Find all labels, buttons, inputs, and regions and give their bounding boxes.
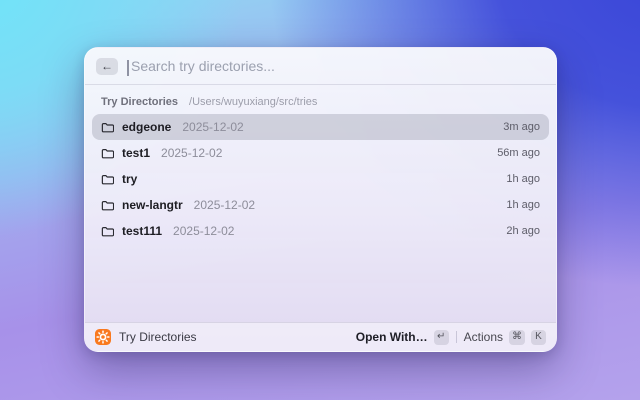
back-button[interactable]: ← [96, 57, 118, 75]
list-item[interactable]: try 1h ago [92, 166, 549, 192]
section-header: Try Directories /Users/wuyuxiang/src/tri… [92, 90, 549, 114]
list-item[interactable]: new-langtr 2025-12-02 1h ago [92, 192, 549, 218]
k-key-icon: K [531, 329, 546, 345]
launcher-window: ← Try Directories /Users/wuyuxiang/src/t… [84, 47, 557, 352]
text-caret [127, 60, 129, 76]
folder-icon [101, 226, 114, 237]
list-item[interactable]: test1 2025-12-02 56m ago [92, 140, 549, 166]
back-arrow-icon: ← [101, 59, 113, 73]
item-date: 2025-12-02 [193, 198, 256, 212]
item-date: 2025-12-02 [182, 120, 244, 134]
actions-label: Actions [463, 330, 503, 344]
footer-actions: Open With… ↵ Actions ⌘ K [355, 329, 546, 345]
item-name: new-langtr [122, 198, 183, 212]
footer-app-label: Try Directories [119, 330, 197, 344]
folder-icon [101, 148, 114, 159]
item-name: edgeone [122, 120, 172, 134]
footer-bar: Try Directories Open With… ↵ Actions ⌘ K [85, 322, 556, 351]
section-title: Try Directories [101, 96, 179, 108]
list-item[interactable]: test111 2025-12-02 2h ago [92, 218, 549, 244]
item-time: 1h ago [506, 173, 540, 185]
extension-icon [95, 329, 111, 345]
open-with-label: Open With… [355, 330, 428, 344]
item-time: 3m ago [503, 121, 540, 133]
search-bar: ← [85, 48, 556, 85]
item-time: 2h ago [506, 225, 540, 237]
list-item[interactable]: edgeone 2025-12-02 3m ago [92, 114, 549, 140]
item-name: try [122, 172, 138, 186]
directory-list: edgeone 2025-12-02 3m ago test1 2025-12-… [92, 114, 549, 244]
item-name: test111 [122, 224, 163, 238]
item-time: 56m ago [497, 147, 540, 159]
item-time: 1h ago [506, 199, 540, 211]
return-key-icon: ↵ [433, 329, 449, 345]
footer-divider [455, 331, 457, 343]
folder-icon [101, 174, 114, 185]
search-input[interactable] [127, 58, 545, 74]
item-name: test1 [122, 146, 151, 160]
open-with-button[interactable]: Open With… ↵ [355, 329, 449, 345]
folder-icon [101, 122, 114, 133]
results-panel: Try Directories /Users/wuyuxiang/src/tri… [85, 85, 556, 244]
folder-icon [101, 200, 114, 211]
command-key-icon: ⌘ [509, 329, 525, 345]
search-field [127, 58, 545, 76]
item-date: 2025-12-02 [161, 146, 223, 160]
actions-button[interactable]: Actions ⌘ K [463, 329, 546, 345]
item-date: 2025-12-02 [173, 224, 235, 238]
section-path: /Users/wuyuxiang/src/tries [189, 96, 318, 108]
